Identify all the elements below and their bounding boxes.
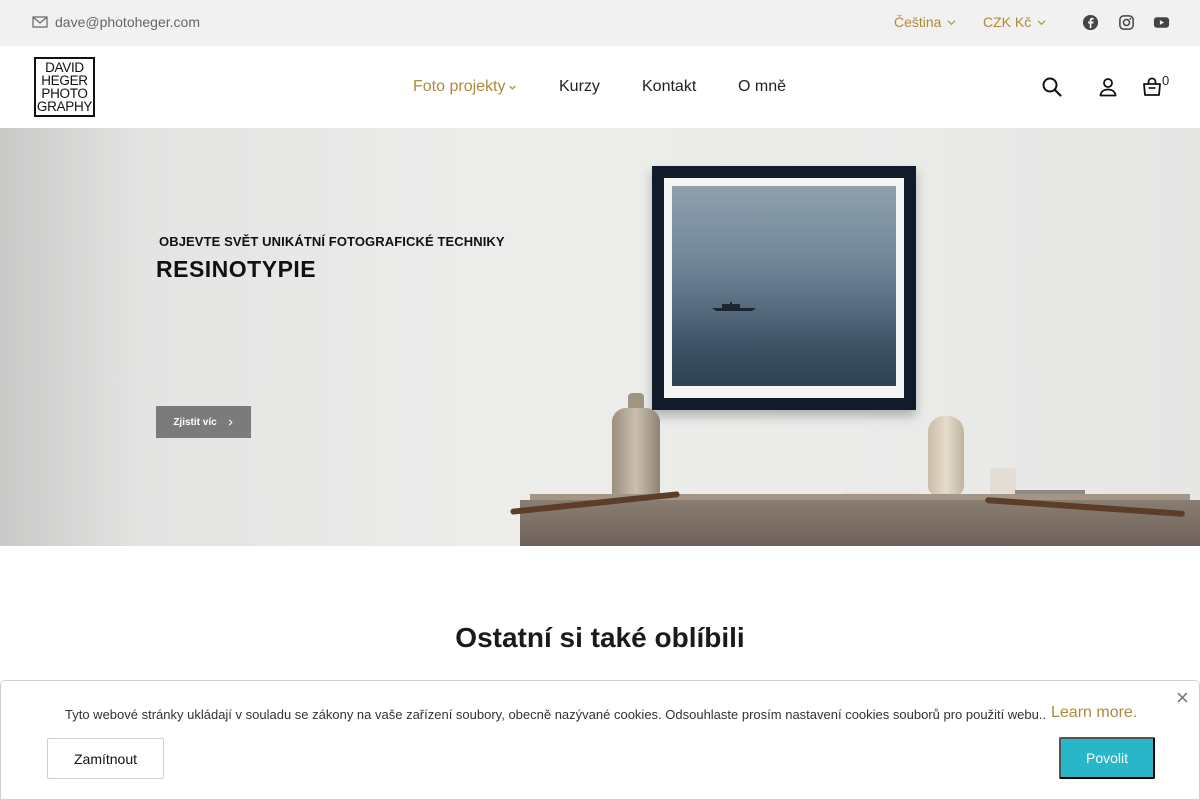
learn-more-button[interactable]: Zjistit víc: [156, 406, 251, 438]
vase-decor: [612, 408, 660, 503]
email-text: dave@photoheger.com: [55, 14, 200, 30]
allow-button[interactable]: Povolit: [1059, 737, 1155, 779]
cookie-banner: Tyto webové stránky ukládají v souladu s…: [0, 680, 1200, 800]
close-icon[interactable]: ×: [1176, 687, 1189, 709]
email-link[interactable]: dave@photoheger.com: [32, 14, 200, 30]
instagram-icon[interactable]: [1117, 13, 1135, 31]
nav-item-label: Kurzy: [559, 78, 600, 95]
cart-count-badge: 0: [1162, 73, 1170, 88]
bag-icon[interactable]: [1141, 76, 1163, 98]
boat-silhouette: [712, 302, 756, 311]
nav-item-label: Kontakt: [642, 78, 697, 95]
nav-item-label: O mně: [738, 78, 787, 95]
hero-eyebrow: OBJEVTE SVĚT UNIKÁTNÍ FOTOGRAFICKÉ TECHN…: [159, 234, 505, 249]
chevron-down-icon: [947, 19, 956, 25]
site-logo[interactable]: DAVID HEGER PHOTO GRAPHY: [34, 57, 95, 117]
nav-item-kontakt[interactable]: Kontakt: [642, 78, 696, 96]
youtube-icon[interactable]: [1152, 13, 1170, 31]
language-label: Čeština: [894, 14, 942, 30]
nav-item-o-mne[interactable]: O mně: [738, 78, 786, 96]
mail-icon: [32, 16, 48, 28]
user-icon[interactable]: [1097, 76, 1119, 98]
currency-label: CZK Kč: [983, 14, 1032, 30]
chevron-right-icon: [228, 419, 233, 425]
decline-button[interactable]: Zamítnout: [47, 738, 164, 779]
nav-item-foto-projekty[interactable]: Foto projekty: [413, 78, 517, 96]
hero-title: RESINOTYPIE: [156, 256, 317, 282]
top-bar: dave@photoheger.com Čeština CZK Kč: [0, 0, 1200, 46]
chevron-down-icon: [509, 85, 517, 90]
nav-item-label: Foto projekty: [413, 78, 506, 95]
facebook-icon[interactable]: [1081, 13, 1099, 31]
chevron-down-icon: [1037, 19, 1046, 25]
framed-photo: [652, 166, 916, 410]
logo-line: GRAPHY: [36, 99, 93, 114]
currency-selector[interactable]: CZK Kč: [983, 14, 1046, 30]
learn-more-link[interactable]: Learn more.: [1051, 704, 1137, 722]
vase-decor: [928, 416, 964, 496]
main-header: DAVID HEGER PHOTO GRAPHY Foto projekty K…: [0, 46, 1200, 128]
learn-more-label: Zjistit víc: [173, 416, 217, 428]
cookie-message: Tyto webové stránky ukládají v souladu s…: [65, 707, 1047, 722]
hero-banner: OBJEVTE SVĚT UNIKÁTNÍ FOTOGRAFICKÉ TECHN…: [0, 128, 1200, 546]
nav-item-kurzy[interactable]: Kurzy: [559, 78, 600, 96]
seascape-photo: [672, 186, 896, 386]
language-selector[interactable]: Čeština: [894, 14, 956, 30]
search-icon[interactable]: [1041, 76, 1063, 98]
section-title: Ostatní si také oblíbili: [455, 622, 745, 653]
